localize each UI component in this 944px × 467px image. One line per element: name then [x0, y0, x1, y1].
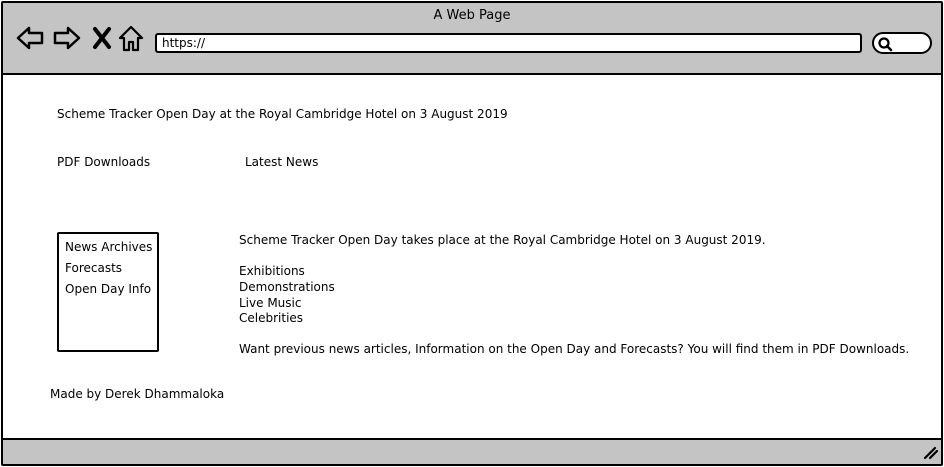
highlight-item-celebrities: Celebrities: [239, 311, 304, 325]
sidebar-item-forecasts[interactable]: Forecasts: [65, 258, 157, 279]
browser-statusbar: [3, 438, 941, 464]
resize-grip-icon[interactable]: [921, 444, 939, 464]
highlight-item-demonstrations: Demonstrations: [239, 280, 335, 294]
pdf-downloads-link[interactable]: PDF Downloads: [57, 155, 150, 170]
sidebar-item-news-archives[interactable]: News Archives: [65, 237, 157, 258]
window-title: A Web Page: [433, 8, 511, 23]
page-headline: Scheme Tracker Open Day at the Royal Cam…: [57, 107, 508, 121]
close-x-icon[interactable]: [92, 25, 112, 55]
search-icon: [878, 37, 893, 52]
highlight-item-live-music: Live Music: [239, 296, 302, 310]
browser-window: A Web Page https:// Scheme Tracker Open …: [1, 1, 943, 466]
search-input[interactable]: [872, 32, 932, 54]
url-input[interactable]: https://: [155, 33, 862, 53]
browser-titlebar: A Web Page https://: [3, 3, 941, 75]
home-icon[interactable]: [118, 25, 144, 57]
page-content: Scheme Tracker Open Day at the Royal Cam…: [3, 75, 941, 438]
forward-arrow-icon[interactable]: [52, 25, 82, 55]
news-intro: Scheme Tracker Open Day takes place at t…: [239, 233, 766, 247]
footer-credit: Made by Derek Dhammaloka: [50, 387, 225, 401]
latest-news-link[interactable]: Latest News: [245, 155, 318, 170]
highlight-item-exhibitions: Exhibitions: [239, 264, 305, 278]
sidebar-menu: News Archives Forecasts Open Day Info: [57, 232, 159, 352]
back-arrow-icon[interactable]: [15, 25, 45, 55]
sidebar-item-open-day-info[interactable]: Open Day Info: [65, 279, 157, 300]
news-closing: Want previous news articles, Information…: [239, 342, 910, 356]
